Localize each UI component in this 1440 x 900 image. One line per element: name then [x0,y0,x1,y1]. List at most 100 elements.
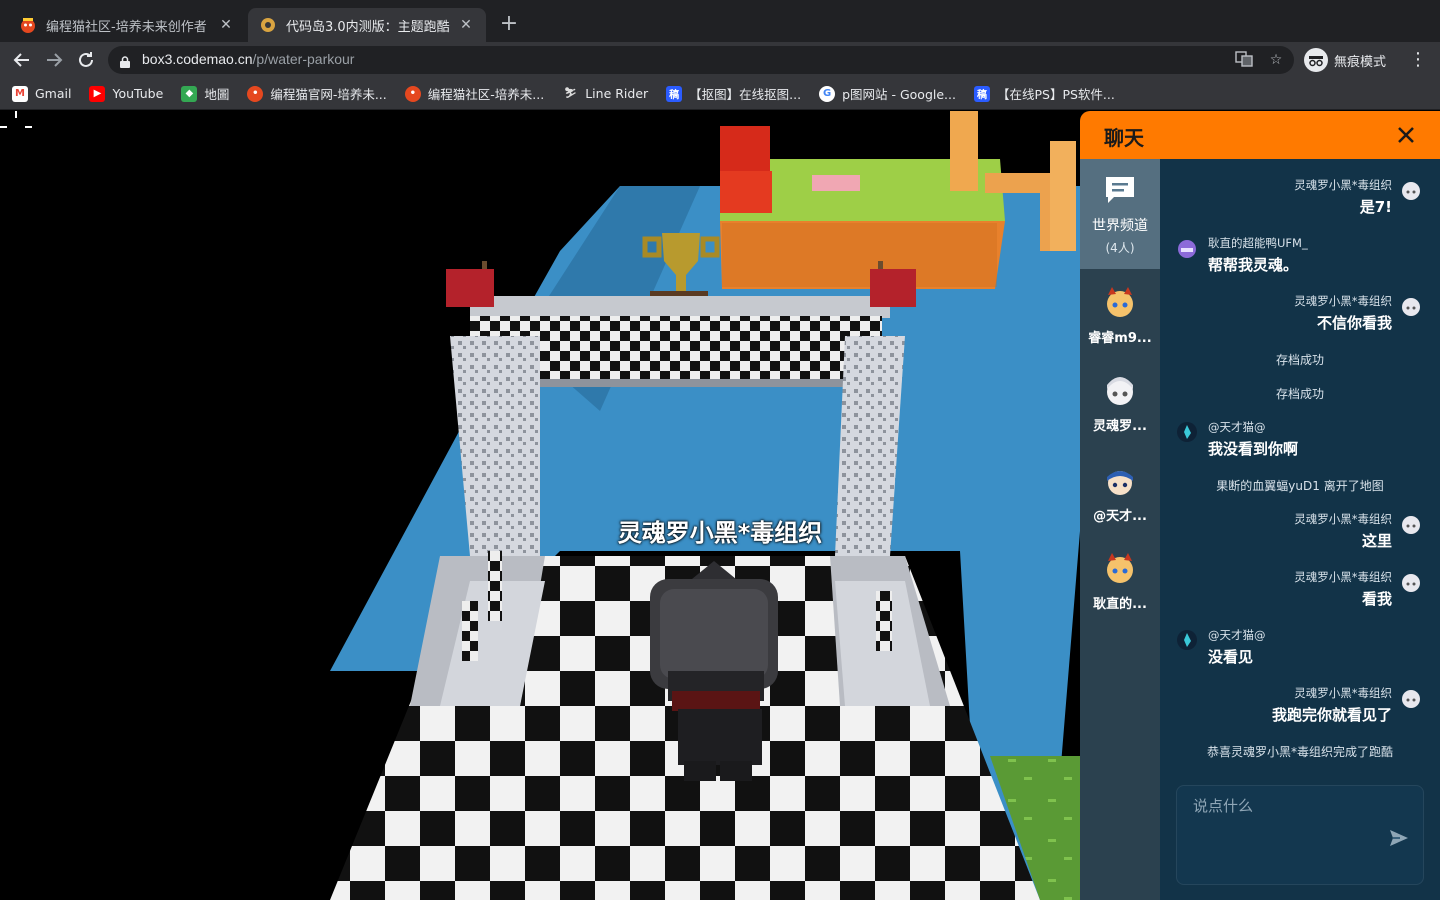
close-icon[interactable] [1392,121,1420,149]
chat-user[interactable]: 灵魂罗... [1080,373,1160,434]
chat-message: 灵魂罗小黑*毒组织 这里 [1294,511,1392,551]
new-tab-button[interactable]: + [496,12,522,38]
message-author: 灵魂罗小黑*毒组织 [1294,294,1392,308]
channel-name: 世界频道 [1092,218,1148,234]
system-message: 存档成功 [1275,387,1324,401]
chat-user[interactable]: @天才... [1080,463,1160,524]
gaoding-icon: 稿 [666,85,683,102]
chat-message-list: 灵魂罗小黑*毒组织 是7! 耿直的超能鸭UFM_ 帮帮我灵魂。 灵魂罗小黑*毒组… [1160,159,1440,900]
chat-message: 灵魂罗小黑*毒组织 看我 [1294,569,1392,609]
channel-count: (4人) [1105,241,1135,255]
bookmark-item[interactable]: ◆ 地圖 [181,84,229,103]
google-icon: G [819,85,836,102]
tab-title: 代码岛3.0内测版：主题跑酷 [286,19,450,35]
white-hair-avatar [1107,377,1133,405]
chat-message: @天才猫@ 我没看到你啊 [1208,419,1298,459]
chat-header: 聊天 [1080,111,1440,159]
channel-world[interactable]: 世界频道 (4人) [1080,159,1160,269]
white-hair-avatar [1402,182,1420,200]
translate-icon[interactable] [1234,50,1254,70]
system-message: 恭喜灵魂罗小黑*毒组织完成了跑酷 [1206,745,1393,759]
chat-message: @天才猫@ 没看见 [1208,627,1266,667]
purple-avatar [1178,240,1196,258]
message-text: 帮帮我灵魂。 [1208,256,1299,274]
incognito-icon [1304,48,1328,72]
box3-icon [260,17,276,33]
address-bar[interactable]: box3.codemao.cn/p/water-parkour ☆ [108,46,1294,74]
message-author: @天才猫@ [1208,420,1266,434]
bookmark-item[interactable]: Gp图网站 - Google... [819,84,956,103]
send-icon[interactable] [1387,826,1411,850]
message-text: 不信你看我 [1316,314,1392,332]
maps-icon: ◆ [181,85,198,102]
tab-title: 编程猫社区-培养未来创作者 [46,19,207,35]
tab-codemao-community[interactable]: 编程猫社区-培养未来创作者 ✕ [8,8,246,42]
checker-post [488,551,502,621]
bookmark-item[interactable]: ▶ YouTube [89,85,163,102]
browser-toolbar: box3.codemao.cn/p/water-parkour ☆ 無痕模式 ⋮ [0,42,1440,78]
white-hair-avatar [1402,516,1420,534]
forward-icon[interactable] [42,48,66,72]
back-platform-stripes [722,223,997,287]
bookmark-item[interactable]: • 编程猫社区-培养未... [404,84,544,103]
chat-input[interactable] [1177,786,1425,826]
gmail-icon: M [12,85,28,102]
bookmark-item[interactable]: 稿【抠图】在线抠图... [666,84,801,103]
chat-message: 耿直的超能鸭UFM_ 帮帮我灵魂。 [1208,235,1308,275]
chat-user[interactable]: 睿睿m9... [1080,285,1160,346]
player-name-tag: 灵魂罗小黑*毒组织 [617,519,823,547]
message-author: 灵魂罗小黑*毒组织 [1294,178,1392,192]
bookmark-item[interactable]: M Gmail [12,85,71,102]
red-tower-base [720,171,772,213]
message-author: 灵魂罗小黑*毒组织 [1294,686,1392,700]
chat-user[interactable]: 耿直的... [1080,551,1160,612]
chat-bubble-icon [1106,177,1134,203]
incognito-indicator[interactable]: 無痕模式 [1304,46,1386,74]
chat-message: 灵魂罗小黑*毒组织 是7! [1294,177,1392,217]
orange-pillar [1050,141,1076,251]
bookmark-item[interactable]: • 编程猫官网-培养未... [247,84,387,103]
flag [446,269,494,307]
checker-post [462,601,478,661]
message-author: @天才猫@ [1208,628,1266,642]
chat-title: 聊天 [1104,126,1144,150]
blue-hair-avatar [1107,471,1133,495]
chat-user-sidebar: 世界频道 (4人) 睿睿m9... 灵魂罗... @天才... 耿直的... [1080,159,1160,900]
cat-girl-avatar [1107,553,1133,583]
message-text: 是7! [1359,198,1392,216]
back-icon[interactable] [10,48,34,72]
reload-icon[interactable] [74,48,98,72]
crosshair-icon [0,111,32,128]
bookmark-item[interactable]: 稿【在线PS】PS软件... [973,84,1115,103]
bookmark-item[interactable]: ⛷ Line Rider [562,85,648,102]
system-message: 存档成功 [1275,353,1324,367]
linerider-icon: ⛷ [562,85,579,102]
bookmarks-bar: M Gmail ▶ YouTube ◆ 地圖 • 编程猫官网-培养未... • 编程猫社区… [0,78,1440,110]
message-text: 我跑完你就看见了 [1271,706,1392,724]
youtube-icon: ▶ [89,85,106,102]
white-hair-avatar [1402,690,1420,708]
bookmark-star-icon[interactable]: ☆ [1266,50,1286,70]
message-text: 这里 [1361,532,1392,550]
chat-input-box[interactable] [1176,785,1425,885]
message-author: 灵魂罗小黑*毒组织 [1294,570,1392,584]
close-tab-icon[interactable]: ✕ [458,17,474,33]
tab-water-parkour[interactable]: 代码岛3.0内测版：主题跑酷 ✕ [248,8,486,42]
arch-top-face [470,296,890,318]
close-tab-icon[interactable]: ✕ [218,17,234,33]
flag [870,269,916,307]
message-text: 看我 [1361,590,1392,608]
message-author: 耿直的超能鸭UFM_ [1208,236,1308,250]
system-message: 果断的血翼蝠yuD1 离开了地图 [1216,479,1384,493]
dark-blue-avatar [1177,630,1197,650]
chat-message: 灵魂罗小黑*毒组织 不信你看我 [1294,293,1392,333]
codemao-icon [20,17,36,33]
message-text: 我没看到你啊 [1208,440,1299,458]
message-author: 灵魂罗小黑*毒组织 [1294,512,1392,526]
dark-blue-avatar [1177,422,1197,442]
chat-message: 灵魂罗小黑*毒组织 我跑完你就看见了 [1272,685,1392,725]
codemao-icon: • [404,85,421,102]
more-menu-icon[interactable]: ⋮ [1408,48,1428,72]
checker-post [876,591,892,651]
white-hair-avatar [1402,574,1420,592]
